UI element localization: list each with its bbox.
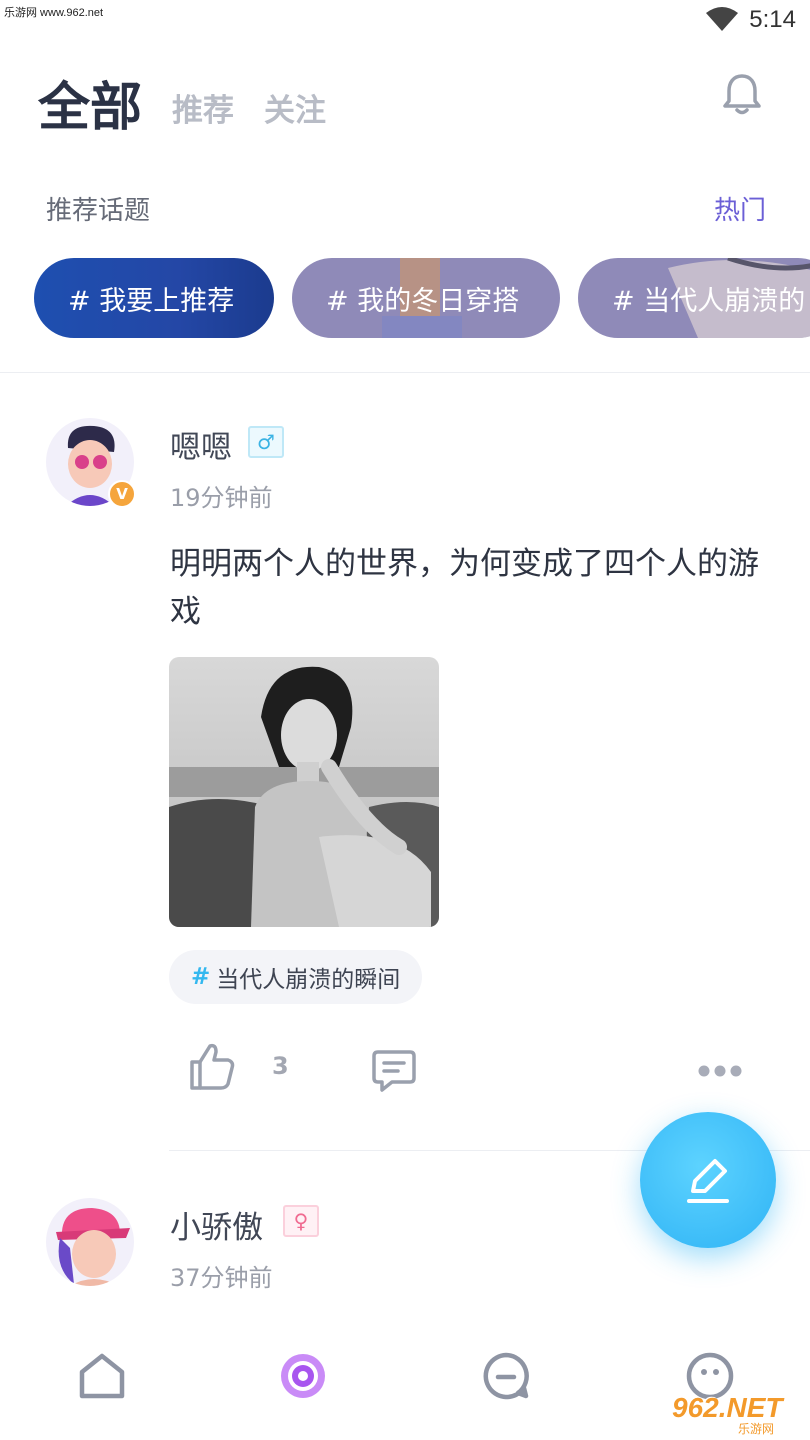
home-icon[interactable]: [76, 1350, 128, 1402]
post-time: 37分钟前: [170, 1264, 273, 1292]
gender-male-icon: ♂: [248, 426, 284, 458]
topic-chip[interactable]: # 我要上推荐: [34, 258, 274, 338]
topic-label: # 当代人崩溃的: [612, 285, 806, 317]
topic-tag[interactable]: # 当代人崩溃的瞬间: [169, 950, 423, 1004]
gender-female-icon: ♀: [283, 1205, 319, 1237]
user-name[interactable]: 嗯嗯: [170, 422, 232, 467]
post-image[interactable]: [169, 657, 439, 927]
tab-follow[interactable]: 关注: [264, 85, 326, 142]
hot-link[interactable]: 热门: [714, 190, 766, 227]
status-bar: 乐游网 www.962.net 5:14: [0, 0, 810, 40]
message-icon[interactable]: [480, 1350, 532, 1402]
topic-list: # 我要上推荐 # 我的冬日穿搭 # 当代人崩溃的: [34, 258, 810, 338]
topic-chip[interactable]: # 我的冬日穿搭: [292, 258, 560, 338]
topic-label: # 我要上推荐: [68, 285, 235, 317]
status-time: 5:14: [749, 6, 796, 33]
verified-badge: V: [108, 480, 136, 508]
bell-icon[interactable]: [718, 70, 766, 118]
post-time: 19分钟前: [170, 484, 273, 512]
post-actions: 3: [0, 1040, 810, 1104]
tab-all[interactable]: 全部: [38, 82, 143, 142]
topics-title: 推荐话题: [46, 196, 151, 226]
top-tabs: 全部 推荐 关注: [38, 72, 326, 142]
thumbs-up-icon[interactable]: [188, 1040, 236, 1092]
comment-icon[interactable]: [370, 1048, 418, 1094]
user-name[interactable]: 小骄傲: [170, 1202, 263, 1247]
like-count: 3: [272, 1052, 289, 1080]
tag-hash: #: [191, 964, 211, 990]
photo-woman-sitting: [169, 657, 439, 927]
topic-label: # 我的冬日穿搭: [326, 285, 520, 317]
avatar-illustration: [46, 1198, 134, 1286]
watermark-text: 乐游网 www.962.net: [4, 7, 104, 19]
post-text: 明明两个人的世界，为何变成了四个人的游戏: [170, 546, 759, 630]
wifi-icon: [706, 7, 739, 31]
watermark-sub: 乐游网: [738, 1422, 775, 1436]
compose-button[interactable]: [640, 1112, 776, 1248]
topics-header: 推荐话题 热门: [46, 190, 766, 227]
discover-icon[interactable]: [277, 1350, 329, 1402]
status-right: 5:14: [705, 6, 796, 34]
tab-recommend[interactable]: 推荐: [172, 85, 234, 142]
edit-pencil-icon: [687, 1159, 729, 1203]
tag-label: 当代人崩溃的瞬间: [216, 967, 401, 993]
section-divider: [0, 372, 810, 373]
more-icon[interactable]: [697, 1064, 743, 1078]
avatar[interactable]: [46, 1198, 134, 1286]
topic-chip[interactable]: # 当代人崩溃的: [578, 258, 810, 338]
